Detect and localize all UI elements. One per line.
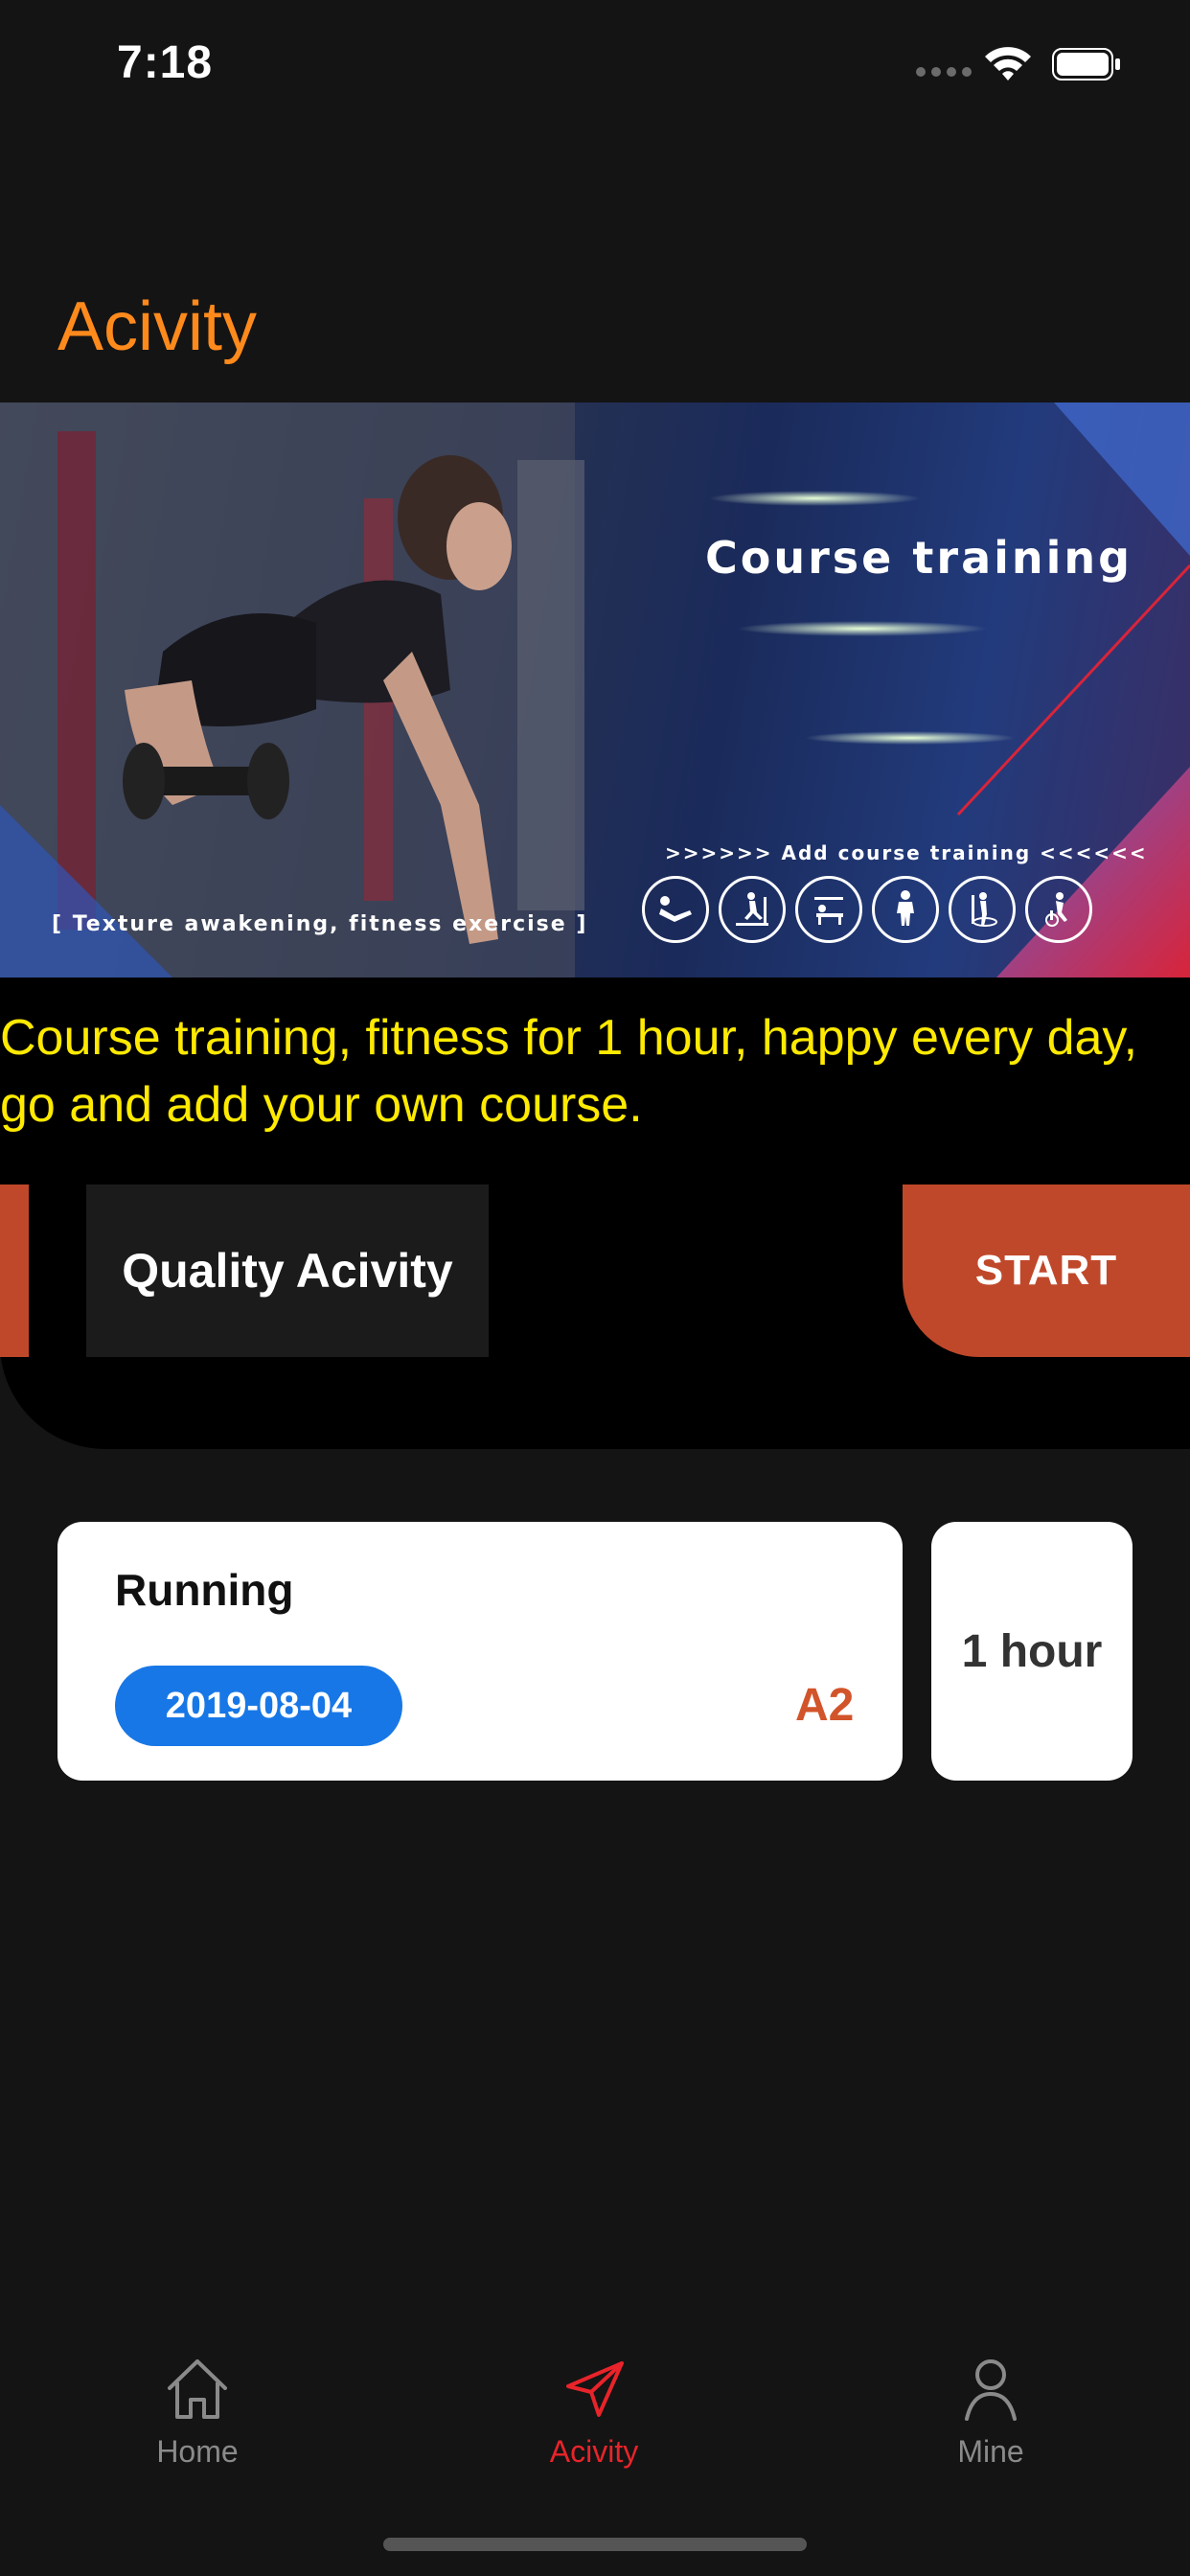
home-icon xyxy=(168,2359,227,2419)
promo-text: Course training, fitness for 1 hour, hap… xyxy=(0,1010,1138,1133)
tab-mine-label: Mine xyxy=(957,2434,1024,2469)
tab-home[interactable]: Home xyxy=(102,2352,293,2470)
activity-duration-card[interactable]: 1 hour xyxy=(931,1522,1133,1781)
page-title: Acivity xyxy=(57,288,258,365)
situp-icon xyxy=(642,876,709,943)
banner-tagline: [ Texture awakening, fitness exercise ] xyxy=(52,912,588,936)
person-icon xyxy=(965,2359,1017,2421)
activity-name: Running xyxy=(115,1565,294,1615)
start-button[interactable]: START xyxy=(903,1184,1190,1357)
standing-icon xyxy=(872,876,939,943)
bike-icon xyxy=(1025,876,1092,943)
cellular-signal-icon xyxy=(916,67,972,77)
elliptical-icon xyxy=(949,876,1016,943)
tab-acivity[interactable]: Acivity xyxy=(498,2352,690,2470)
exercise-icon-row xyxy=(642,876,1092,943)
activity-level: A2 xyxy=(795,1680,855,1731)
banner-subtitle: >>>>>> Add course training <<<<<< xyxy=(665,841,1148,864)
battery-icon xyxy=(1052,48,1120,80)
bench-press-icon xyxy=(795,876,862,943)
quality-activity-label: Quality Acivity xyxy=(86,1184,489,1357)
wifi-icon xyxy=(985,47,1031,80)
activity-date-badge: 2019-08-04 xyxy=(115,1666,402,1746)
tab-acivity-label: Acivity xyxy=(549,2434,639,2469)
status-time: 7:18 xyxy=(117,37,214,88)
activity-card[interactable]: Running 2019-08-04 A2 xyxy=(57,1522,903,1781)
banner-title: Course training xyxy=(705,532,1133,584)
course-training-banner[interactable]: Course training >>>>>> Add course traini… xyxy=(0,402,1190,978)
tab-home-label: Home xyxy=(156,2434,239,2469)
left-accent-tab xyxy=(0,1184,29,1357)
tab-mine[interactable]: Mine xyxy=(895,2352,1087,2470)
treadmill-icon xyxy=(719,876,786,943)
home-indicator[interactable] xyxy=(383,2538,807,2551)
navigation-arrow-icon xyxy=(566,2361,624,2417)
